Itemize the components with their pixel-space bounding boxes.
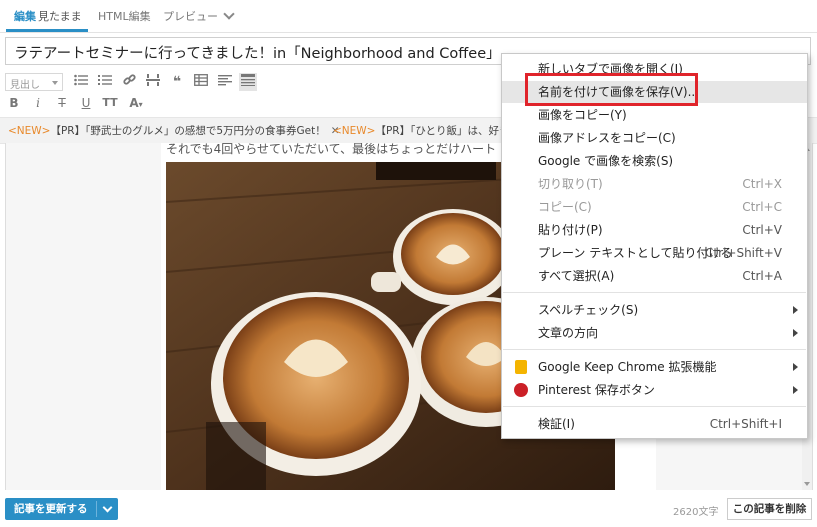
active-tab-indicator bbox=[6, 29, 88, 32]
chevron-down-icon[interactable] bbox=[102, 502, 113, 513]
update-article-button[interactable]: 記事を更新する bbox=[5, 498, 118, 520]
bold-icon[interactable]: B bbox=[5, 94, 23, 112]
table-icon[interactable] bbox=[192, 73, 210, 91]
menu-item-select-all[interactable]: すべて選択(A) Ctrl+A bbox=[502, 265, 807, 287]
menu-item-shortcut: Ctrl+X bbox=[742, 177, 782, 191]
menu-item-label: コピー(C) bbox=[538, 200, 592, 214]
char-count: 2620文字 bbox=[673, 507, 719, 518]
menu-item-label: Google で画像を検索(S) bbox=[538, 154, 674, 168]
text-color-icon[interactable]: A▾ bbox=[127, 94, 145, 112]
news-item[interactable]: <NEW>【PR】「野武士のグルメ」の感想で5万円分の食事券Get！ ✕ bbox=[8, 123, 340, 138]
scroll-down-icon[interactable] bbox=[804, 482, 810, 486]
menu-item-pinterest[interactable]: Pinterest 保存ボタン bbox=[502, 379, 807, 401]
menu-item-copy-image-address[interactable]: 画像アドレスをコピー(C) bbox=[502, 127, 807, 149]
tab-edit-label: 編集 bbox=[14, 10, 36, 23]
menu-item-label: 文章の方向 bbox=[538, 326, 599, 340]
format-select-value: 見出し bbox=[10, 80, 40, 91]
more-separator-icon[interactable] bbox=[144, 73, 162, 91]
toolbar-row-2: B i T U TT A▾ bbox=[5, 94, 205, 114]
image-box-icon[interactable] bbox=[239, 73, 257, 91]
menu-item-label: 貼り付け(P) bbox=[538, 223, 603, 237]
menu-item-label: 検証(I) bbox=[538, 417, 575, 431]
strikethrough-icon[interactable]: T bbox=[53, 94, 71, 112]
menu-item-google-keep[interactable]: Google Keep Chrome 拡張機能 bbox=[502, 356, 807, 378]
chevron-down-icon bbox=[223, 8, 235, 20]
menu-item-shortcut: Ctrl+A bbox=[742, 269, 782, 283]
format-select[interactable]: 見出し bbox=[5, 73, 63, 91]
submenu-arrow-icon bbox=[793, 306, 798, 314]
menu-item-shortcut: Ctrl+Shift+I bbox=[709, 417, 782, 431]
editor-margin-left bbox=[6, 143, 161, 490]
menu-separator bbox=[503, 349, 806, 350]
submenu-arrow-icon bbox=[793, 329, 798, 337]
menu-item-label: Google Keep Chrome 拡張機能 bbox=[538, 360, 717, 374]
tab-preview[interactable]: プレビュー bbox=[163, 8, 235, 24]
google-keep-icon bbox=[515, 360, 527, 374]
tab-preview-label: プレビュー bbox=[163, 10, 218, 23]
new-badge: <NEW> bbox=[333, 125, 376, 137]
menu-item-label: スペルチェック(S) bbox=[538, 303, 639, 317]
menu-separator bbox=[503, 292, 806, 293]
menu-item-label: 画像アドレスをコピー(C) bbox=[538, 131, 676, 145]
menu-item-copy: コピー(C) Ctrl+C bbox=[502, 196, 807, 218]
align-icon[interactable] bbox=[216, 73, 234, 91]
menu-separator bbox=[503, 406, 806, 407]
menu-item-search-google-image[interactable]: Google で画像を検索(S) bbox=[502, 150, 807, 172]
menu-item-text-direction[interactable]: 文章の方向 bbox=[502, 322, 807, 344]
font-size-icon[interactable]: TT bbox=[101, 94, 119, 112]
caret-down-icon bbox=[52, 81, 58, 85]
new-badge: <NEW> bbox=[8, 125, 51, 137]
body-text: それでも4回やらせていただいて、最後はちょっとだけハート bbox=[166, 143, 497, 156]
button-divider bbox=[96, 501, 97, 517]
update-article-label: 記事を更新する bbox=[14, 503, 88, 515]
menu-item-shortcut: Ctrl+Shift+V bbox=[705, 246, 782, 260]
menu-item-paste[interactable]: 貼り付け(P) Ctrl+V bbox=[502, 219, 807, 241]
news-item[interactable]: <NEW>【PR】「ひとり飯」は、好き bbox=[333, 123, 510, 138]
list-bulleted-icon[interactable] bbox=[72, 73, 90, 91]
tab-wysiwyg[interactable]: 編集 見たまま bbox=[14, 8, 82, 24]
menu-item-spellcheck[interactable]: スペルチェック(S) bbox=[502, 299, 807, 321]
news-text: 【PR】「野武士のグルメ」の感想で5万円分の食事券Get！ bbox=[50, 125, 326, 137]
menu-item-label: プレーン テキストとして貼り付ける bbox=[538, 246, 733, 260]
menu-item-shortcut: Ctrl+V bbox=[742, 223, 782, 237]
editor-mode-tabs: 編集 見たまま HTML編集 プレビュー bbox=[0, 0, 817, 33]
menu-item-label: Pinterest 保存ボタン bbox=[538, 383, 655, 397]
italic-icon[interactable]: i bbox=[29, 94, 47, 112]
menu-item-label: 切り取り(T) bbox=[538, 177, 603, 191]
menu-item-copy-image[interactable]: 画像をコピー(Y) bbox=[502, 104, 807, 126]
menu-item-label: すべて選択(A) bbox=[538, 269, 615, 283]
pinterest-icon bbox=[514, 383, 528, 397]
delete-article-button[interactable]: この記事を削除 bbox=[727, 498, 812, 520]
underline-icon[interactable]: U bbox=[77, 94, 95, 112]
menu-item-paste-plain-text[interactable]: プレーン テキストとして貼り付ける Ctrl+Shift+V bbox=[502, 242, 807, 264]
news-text: 【PR】「ひとり飯」は、好き bbox=[375, 125, 510, 137]
tab-edit-sub: 見たまま bbox=[38, 10, 82, 23]
tab-html-label: HTML編集 bbox=[98, 10, 151, 23]
link-icon[interactable] bbox=[120, 73, 138, 91]
submenu-arrow-icon bbox=[793, 386, 798, 394]
tab-html[interactable]: HTML編集 bbox=[98, 8, 151, 24]
submenu-arrow-icon bbox=[793, 363, 798, 371]
menu-item-shortcut: Ctrl+C bbox=[742, 200, 782, 214]
menu-item-cut: 切り取り(T) Ctrl+X bbox=[502, 173, 807, 195]
context-menu: 新しいタブで画像を開く(I) 名前を付けて画像を保存(V)... 画像をコピー(… bbox=[501, 53, 808, 439]
toolbar-row-1: 見出し ❝ bbox=[5, 73, 305, 93]
list-numbered-icon[interactable] bbox=[96, 73, 114, 91]
highlight-box bbox=[525, 73, 698, 106]
menu-item-label: 画像をコピー(Y) bbox=[538, 108, 627, 122]
quote-icon[interactable]: ❝ bbox=[168, 73, 186, 91]
menu-item-inspect[interactable]: 検証(I) Ctrl+Shift+I bbox=[502, 413, 807, 435]
